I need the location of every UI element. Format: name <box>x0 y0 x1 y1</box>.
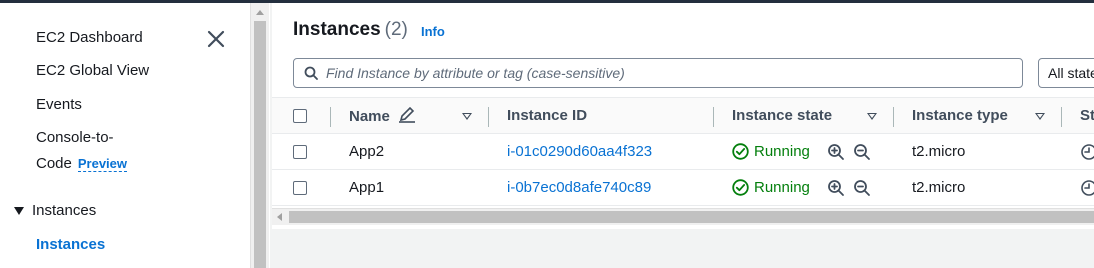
sidebar-item-ec2-global-view[interactable]: EC2 Global View <box>36 62 149 79</box>
search-icon <box>304 66 318 80</box>
check-circle-icon <box>732 143 749 160</box>
table-scroll-thumb[interactable] <box>289 211 1094 223</box>
instance-name: App1 <box>349 179 385 196</box>
instance-state-label: Running <box>754 179 810 196</box>
column-header-status-check[interactable]: St <box>1080 107 1094 124</box>
edit-pencil-icon[interactable] <box>398 106 416 123</box>
row-checkbox[interactable] <box>293 145 307 159</box>
column-header-name-label: Name <box>349 108 390 125</box>
column-separator <box>713 107 714 127</box>
zoom-in-icon[interactable] <box>827 143 845 161</box>
instance-state-label: Running <box>754 143 810 160</box>
sort-name-icon[interactable] <box>462 113 472 120</box>
column-separator <box>893 107 894 127</box>
sidebar-scroll-thumb[interactable] <box>254 21 266 268</box>
clock-icon <box>1081 144 1094 160</box>
column-separator <box>1061 107 1062 127</box>
table-row[interactable]: App2 i-01c0290d60aa4f323 Running t2.micr… <box>272 134 1094 170</box>
sidebar-scrollbar[interactable] <box>250 3 269 268</box>
search-input[interactable]: Find Instance by attribute or tag (case-… <box>293 58 1023 88</box>
instance-state: Running <box>732 143 810 160</box>
close-icon[interactable] <box>206 29 226 49</box>
instance-id-link[interactable]: i-01c0290d60aa4f323 <box>507 143 652 160</box>
check-circle-icon <box>732 179 749 196</box>
zoom-out-icon[interactable] <box>853 143 871 161</box>
sidebar-section-label: Instances <box>32 202 97 219</box>
sidebar-item-events[interactable]: Events <box>36 96 82 113</box>
column-separator <box>330 107 331 127</box>
sidebar-item-instances[interactable]: Instances <box>36 236 105 253</box>
instance-count: (2) <box>384 19 408 40</box>
scroll-up-arrow-icon[interactable] <box>256 10 264 15</box>
table-horizontal-scrollbar[interactable] <box>272 208 1094 225</box>
table-header: Name Instance ID Instance state Instance… <box>272 97 1094 134</box>
scroll-left-arrow-icon[interactable] <box>277 213 282 221</box>
table-row[interactable]: App1 i-0b7ec0d8afe740c89 Running t2.micr… <box>272 170 1094 206</box>
info-link[interactable]: Info <box>421 24 445 39</box>
instance-id-link[interactable]: i-0b7ec0d8afe740c89 <box>507 179 651 196</box>
sidebar: EC2 Dashboard EC2 Global View Events Con… <box>0 3 250 268</box>
sidebar-item-ec2-dashboard[interactable]: EC2 Dashboard <box>36 29 143 46</box>
page-title-text: Instances <box>293 19 381 40</box>
sort-state-icon[interactable] <box>867 113 877 120</box>
search-placeholder: Find Instance by attribute or tag (case-… <box>326 65 625 81</box>
page-title: Instances (2) <box>293 19 408 41</box>
sidebar-section-instances[interactable]: Instances <box>14 202 96 219</box>
state-filter-select[interactable]: All states <box>1038 58 1094 88</box>
column-header-name[interactable]: Name <box>349 106 416 125</box>
caret-down-icon <box>14 206 24 215</box>
sidebar-item-console-to-code[interactable]: Code Preview <box>36 155 128 172</box>
preview-badge[interactable]: Preview <box>77 156 128 172</box>
sidebar-item-console-to-code-line1[interactable]: Console-to- <box>36 129 114 146</box>
column-separator <box>488 107 489 127</box>
instances-panel: Instances (2) Info Find Instance by attri… <box>272 3 1094 229</box>
zoom-out-icon[interactable] <box>853 179 871 197</box>
sidebar-item-console-to-code-line2: Code <box>36 155 72 172</box>
instance-type: t2.micro <box>912 179 966 196</box>
select-all-checkbox[interactable] <box>293 109 307 123</box>
main-content: Instances (2) Info Find Instance by attri… <box>270 3 1094 268</box>
column-header-instance-id[interactable]: Instance ID <box>507 107 587 124</box>
instance-type: t2.micro <box>912 143 966 160</box>
instance-name: App2 <box>349 143 385 160</box>
column-header-instance-type[interactable]: Instance type <box>912 107 1008 124</box>
clock-icon <box>1081 180 1094 196</box>
sort-type-icon[interactable] <box>1035 113 1045 120</box>
zoom-in-icon[interactable] <box>827 179 845 197</box>
column-header-instance-state[interactable]: Instance state <box>732 107 832 124</box>
instance-state: Running <box>732 179 810 196</box>
row-checkbox[interactable] <box>293 181 307 195</box>
